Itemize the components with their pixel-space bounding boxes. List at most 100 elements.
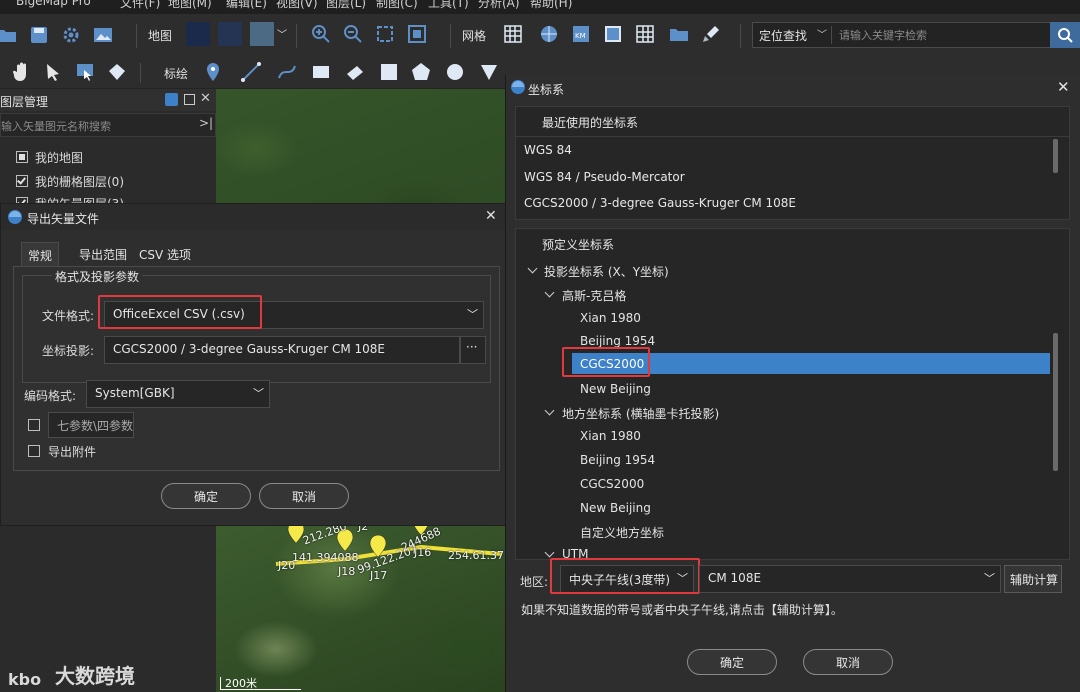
coordinate-system-dialog: 坐标系 ✕ 最近使用的坐标系 WGS 84 WGS 84 / Pseudo-Me… [505,75,1080,692]
circle-icon[interactable] [444,61,466,83]
full-extent-icon[interactable] [406,23,428,45]
crs-ok-label: 确定 [719,655,744,670]
layer-filter-input[interactable]: 输入矢量图元名称搜索 >| [0,113,216,137]
menu-edit[interactable]: 编辑(E) [226,0,267,11]
layer-panel-title: 图层管理 [0,95,49,109]
dms-grid-icon[interactable] [602,23,624,45]
central-meridian-select[interactable]: CM 108E ﹀ [699,565,1001,593]
tree-projected[interactable]: 投影坐标系 (X、Y坐标) [544,263,669,280]
select-box-icon[interactable] [74,61,96,83]
settings-gear-icon[interactable] [60,24,82,46]
float-panel-icon[interactable] [184,94,195,105]
collapse-icon[interactable]: >| [199,116,213,130]
menu-help[interactable]: 帮助(H) [530,0,572,11]
tree-gauss-beijing1954[interactable]: Beijing 1954 [580,334,655,348]
globe-icon[interactable] [538,23,560,45]
export-dialog-close-icon[interactable]: ✕ [485,208,497,224]
crs-ok-button[interactable]: 确定 [687,649,777,675]
curve-icon[interactable] [276,61,298,83]
tree-gauss[interactable]: 高斯-克吕格 [562,287,626,304]
basemap-thumb-1-icon[interactable] [186,22,210,46]
tree-gauss-newbeijing[interactable]: New Beijing [580,382,651,396]
basemap-thumb-3-icon[interactable] [250,22,274,46]
tree-local-custom[interactable]: 自定义地方坐标 [580,524,664,541]
pan-hand-icon[interactable] [10,61,32,83]
recent-crs-scrollbar[interactable] [1053,139,1058,173]
recent-crs-item[interactable]: WGS 84 / Pseudo-Mercator [524,170,685,184]
expand-utm-icon[interactable] [544,547,555,558]
folder-icon[interactable] [668,23,690,45]
layer-item-raster[interactable]: 我的栅格图层(0) [35,173,124,190]
tab-export-range[interactable]: 导出范围 [73,242,133,266]
close-panel-icon[interactable]: ✕ [200,91,211,106]
zoom-in-icon[interactable] [310,23,332,45]
export-cancel-button[interactable]: 取消 [259,483,349,509]
zoom-extent-icon[interactable] [374,23,396,45]
search-icon [1058,28,1073,43]
layer-search-icon[interactable] [165,93,178,106]
arrow-shape-icon[interactable] [344,61,366,83]
search-input[interactable] [837,25,1049,45]
triangle-icon[interactable] [478,61,500,83]
tab-general[interactable]: 常规 [21,242,60,267]
search-button[interactable] [1050,22,1080,48]
image-icon[interactable] [92,24,114,46]
projection-browse-button[interactable]: ··· [460,336,486,364]
clear-brush-icon[interactable] [700,23,722,45]
km-grid-icon[interactable]: KM [570,23,592,45]
layer-checkbox-raster[interactable] [16,175,28,187]
search-category-select[interactable]: 定位查找 [759,27,807,44]
table-grid-icon[interactable] [634,23,656,45]
menu-file[interactable]: 文件(F) [120,0,160,11]
basemap-thumb-2-icon[interactable] [218,22,242,46]
tree-local[interactable]: 地方坐标系 (横轴墨卡托投影) [562,405,719,422]
projection-field[interactable]: CGCS2000 / 3-degree Gauss-Kruger CM 108E [104,336,460,364]
select-polygon-icon[interactable] [106,61,128,83]
open-folder-icon[interactable] [0,24,18,46]
export-attachment-checkbox[interactable] [28,445,40,457]
seven-params-checkbox[interactable] [28,419,40,431]
layer-checkbox-my-map[interactable] [16,151,28,163]
recent-crs-item[interactable]: CGCS2000 / 3-degree Gauss-Kruger CM 108E [524,196,796,210]
tree-gauss-xian1980[interactable]: Xian 1980 [580,311,641,325]
tab-csv-options[interactable]: CSV 选项 [133,242,197,266]
zoom-out-icon[interactable] [342,23,364,45]
encoding-select[interactable]: System[GBK] ﹀ [86,380,270,408]
grid-icon[interactable] [502,23,524,45]
square-icon[interactable] [378,61,400,83]
menu-view[interactable]: 视图(V) [276,0,318,11]
rectangle-draw-icon[interactable] [310,61,332,83]
pentagon-icon[interactable] [410,61,432,83]
expand-projected-icon[interactable] [527,263,538,274]
export-ok-button[interactable]: 确定 [161,483,251,509]
layer-item-my-map[interactable]: 我的地图 [35,149,83,166]
assist-calc-label: 辅助计算 [1010,573,1059,587]
select-arrow-icon[interactable] [42,61,64,83]
tree-local-xian1980[interactable]: Xian 1980 [580,429,641,443]
menu-chart[interactable]: 制图(C) [376,0,418,11]
zone-highlight [550,558,700,594]
recent-crs-item[interactable]: WGS 84 [524,143,572,157]
svg-text:KM: KM [575,32,586,40]
seven-params-button[interactable]: 七参数\四参数 [48,412,134,438]
tree-local-cgcs2000[interactable]: CGCS2000 [580,477,644,491]
marker-icon[interactable] [202,61,224,83]
predefined-crs-scrollbar[interactable] [1053,333,1058,471]
search-category-chevron-icon[interactable]: ﹀ [817,26,827,41]
polyline-icon[interactable] [240,61,262,83]
tree-local-beijing1954[interactable]: Beijing 1954 [580,453,655,467]
crs-dialog-close-icon[interactable]: ✕ [1057,78,1070,96]
crs-logo-icon [511,80,525,94]
crs-cancel-button[interactable]: 取消 [803,649,893,675]
menu-map[interactable]: 地图(M) [168,0,212,11]
menu-analysis[interactable]: 分析(A) [478,0,520,11]
menu-layer[interactable]: 图层(L) [326,0,366,11]
tree-local-newbeijing[interactable]: New Beijing [580,501,651,515]
expand-local-icon[interactable] [544,405,555,416]
save-icon[interactable] [28,24,50,46]
expand-gauss-icon[interactable] [544,287,555,298]
basemap-dropdown-chevron-icon[interactable]: ﹀ [277,26,287,41]
assist-calc-button[interactable]: 辅助计算 [1004,565,1062,593]
map-label-j18[interactable]: J18 [338,565,355,578]
menu-tools[interactable]: 工具(T) [428,0,469,11]
